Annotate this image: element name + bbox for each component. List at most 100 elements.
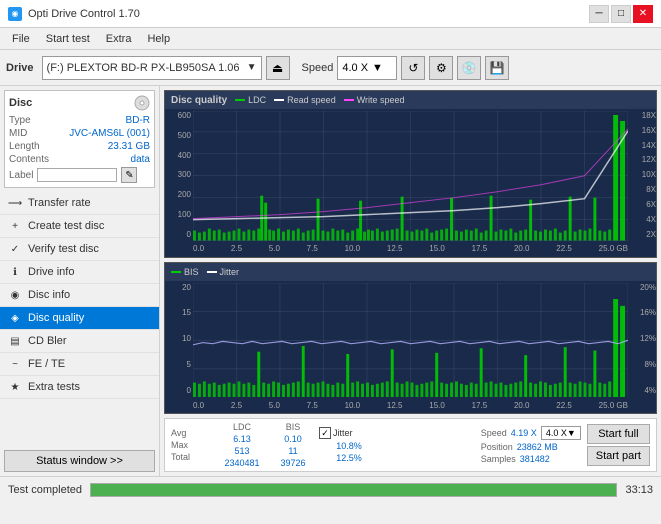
eject-button[interactable]: ⏏ xyxy=(266,56,290,80)
speed-setting: 4.0 X xyxy=(546,428,567,438)
menu-starttest[interactable]: Start test xyxy=(38,31,98,47)
bis-avg: 0.10 xyxy=(273,434,313,444)
refresh-button[interactable]: ↺ xyxy=(401,56,425,80)
start-part-button[interactable]: Start part xyxy=(587,446,650,466)
disc-button[interactable]: 💿 xyxy=(457,56,481,80)
nav-label-create-test-disc: Create test disc xyxy=(28,220,104,232)
extra-tests-icon: ★ xyxy=(8,380,22,394)
status-window-button[interactable]: Status window >> xyxy=(4,450,155,472)
bis-max: 11 xyxy=(273,446,313,456)
position-value: 23862 MB xyxy=(517,442,558,452)
nav-label-transfer-rate: Transfer rate xyxy=(28,197,91,209)
jitter-max: 12.5% xyxy=(319,453,379,463)
nav-label-drive-info: Drive info xyxy=(28,266,74,278)
mid-label: MID xyxy=(9,128,27,139)
ldc-header: LDC xyxy=(217,422,267,432)
ldc-max: 513 xyxy=(217,446,267,456)
legend-jitter-label: Jitter xyxy=(220,267,240,277)
sidebar-item-cd-bler[interactable]: ▤ CD Bler xyxy=(0,330,159,353)
contents-value: data xyxy=(131,154,150,165)
progress-container xyxy=(90,483,617,497)
chart2-svg xyxy=(193,283,628,397)
fe-te-icon: ~ xyxy=(8,357,22,371)
disc-panel: Disc Type BD-R MID JVC-AMS6L (001) Lengt… xyxy=(4,90,155,188)
type-value: BD-R xyxy=(126,115,150,126)
label-edit-button[interactable]: ✎ xyxy=(121,167,137,183)
disc-contents-row: Contents data xyxy=(9,154,150,165)
chart2-y-left: 20 15 10 5 0 xyxy=(165,281,193,397)
disc-info-icon: ◉ xyxy=(8,288,22,302)
sidebar-item-transfer-rate[interactable]: ⟶ Transfer rate xyxy=(0,192,159,215)
app-title: Opti Drive Control 1.70 xyxy=(28,8,140,20)
nav-label-verify-test-disc: Verify test disc xyxy=(28,243,99,255)
settings-button[interactable]: ⚙ xyxy=(429,56,453,80)
speed-selector[interactable]: 4.0 X ▼ xyxy=(337,56,397,80)
speed-select-mini[interactable]: 4.0 X▼ xyxy=(541,426,581,440)
sidebar-item-verify-test-disc[interactable]: ✓ Verify test disc xyxy=(0,238,159,261)
sidebar-item-drive-info[interactable]: ℹ Drive info xyxy=(0,261,159,284)
sidebar-item-fe-te[interactable]: ~ FE / TE xyxy=(0,353,159,376)
jitter-checkbox[interactable]: ✓ xyxy=(319,427,331,439)
disc-header: Disc xyxy=(9,95,150,111)
chart2-area: 20 15 10 5 0 20% 16% 12% 8% 4% xyxy=(165,281,656,413)
ldc-avg: 6.13 xyxy=(217,434,267,444)
position-label: Position xyxy=(481,442,513,452)
ldc-column: LDC 6.13 513 2340481 xyxy=(217,422,267,468)
legend-bis: BIS xyxy=(171,267,199,277)
bis-jitter-chart: BIS Jitter 20 15 10 5 0 20% xyxy=(164,262,657,414)
toolbar: Drive (F:) PLEXTOR BD-R PX-LB950SA 1.06 … xyxy=(0,50,661,86)
disc-mid-row: MID JVC-AMS6L (001) xyxy=(9,128,150,139)
sidebar-item-create-test-disc[interactable]: + Create test disc xyxy=(0,215,159,238)
transfer-rate-icon: ⟶ xyxy=(8,196,22,210)
disc-icon xyxy=(134,95,150,111)
chart1-y-right: 18X 16X 14X 12X 10X 8X 6X 4X 2X xyxy=(628,109,656,241)
sidebar-item-disc-quality[interactable]: ◈ Disc quality xyxy=(0,307,159,330)
total-label: Total xyxy=(171,452,211,462)
sidebar: Disc Type BD-R MID JVC-AMS6L (001) Lengt… xyxy=(0,86,160,476)
menubar: File Start test Extra Help xyxy=(0,28,661,50)
chart1-x-axis: 0.0 2.5 5.0 7.5 10.0 12.5 15.0 17.5 20.0… xyxy=(193,241,628,257)
contents-label: Contents xyxy=(9,154,49,165)
label-label: Label xyxy=(9,170,33,181)
speed-value: 4.0 X xyxy=(342,62,368,74)
avg-label: Avg xyxy=(171,428,211,438)
jitter-checkbox-row[interactable]: ✓ Jitter xyxy=(319,427,379,439)
legend-writespeed-label: Write speed xyxy=(357,95,405,105)
length-label: Length xyxy=(9,141,40,152)
status-text: Test completed xyxy=(8,484,82,496)
menu-file[interactable]: File xyxy=(4,31,38,47)
action-buttons: Start full Start part xyxy=(587,424,650,466)
row-labels: Avg Max Total xyxy=(171,428,211,462)
menu-help[interactable]: Help xyxy=(139,31,178,47)
jitter-avg: 10.8% xyxy=(319,441,379,451)
titlebar: ◉ Opti Drive Control 1.70 ─ □ ✕ xyxy=(0,0,661,28)
drive-selector[interactable]: (F:) PLEXTOR BD-R PX-LB950SA 1.06 ▼ xyxy=(42,56,262,80)
bis-header: BIS xyxy=(273,422,313,432)
progress-bar xyxy=(91,484,616,496)
jitter-header: Jitter xyxy=(333,428,353,438)
nav-label-fe-te: FE / TE xyxy=(28,358,65,370)
sidebar-item-extra-tests[interactable]: ★ Extra tests xyxy=(0,376,159,399)
speed-position-column: Speed 4.19 X 4.0 X▼ Position 23862 MB Sa… xyxy=(481,426,581,464)
chart1-y-left: 600 500 400 300 200 100 0 xyxy=(165,109,193,241)
menu-extra[interactable]: Extra xyxy=(98,31,140,47)
position-row: Position 23862 MB xyxy=(481,442,581,452)
speed-row: Speed 4.19 X 4.0 X▼ xyxy=(481,426,581,440)
nav-label-disc-quality: Disc quality xyxy=(28,312,84,324)
minimize-button[interactable]: ─ xyxy=(589,5,609,23)
chart1-svg xyxy=(193,111,628,241)
maximize-button[interactable]: □ xyxy=(611,5,631,23)
label-input[interactable] xyxy=(37,168,117,182)
max-label: Max xyxy=(171,440,211,450)
save-button[interactable]: 💾 xyxy=(485,56,509,80)
titlebar-left: ◉ Opti Drive Control 1.70 xyxy=(8,7,140,21)
chart1-area: 600 500 400 300 200 100 0 18X 16X 14X 12… xyxy=(165,109,656,257)
start-full-button[interactable]: Start full xyxy=(587,424,650,444)
nav-label-disc-info: Disc info xyxy=(28,289,70,301)
chart2-titlebar: BIS Jitter xyxy=(165,263,656,281)
nav-label-extra-tests: Extra tests xyxy=(28,381,80,393)
close-button[interactable]: ✕ xyxy=(633,5,653,23)
nav-label-cd-bler: CD Bler xyxy=(28,335,67,347)
sidebar-item-disc-info[interactable]: ◉ Disc info xyxy=(0,284,159,307)
stats-panel: Avg Max Total LDC 6.13 513 2340481 BIS 0… xyxy=(164,418,657,472)
